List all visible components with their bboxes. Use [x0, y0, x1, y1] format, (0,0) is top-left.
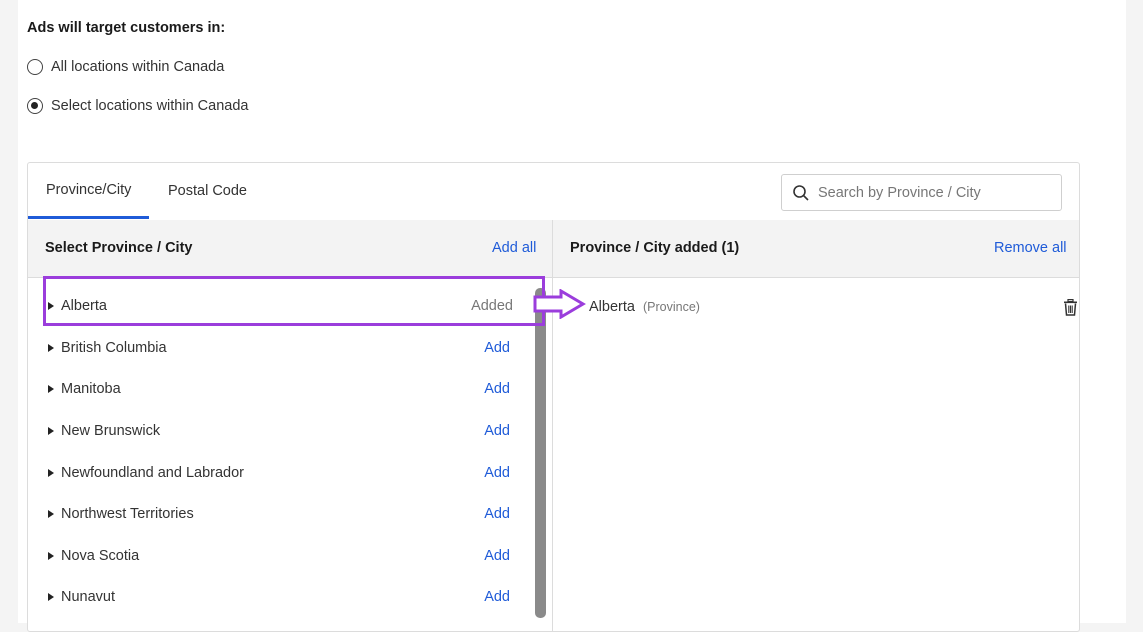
expand-caret-icon[interactable]: [48, 593, 54, 601]
search-icon: [793, 184, 809, 201]
expand-caret-icon[interactable]: [48, 469, 54, 477]
remove-all-button[interactable]: Remove all: [994, 240, 1067, 256]
column-divider: [552, 220, 553, 631]
right-column-title: Province / City added (1): [570, 240, 740, 256]
location-picker-panel: Province/City Postal Code Select Provinc…: [27, 162, 1080, 632]
tab-province-city[interactable]: Province/City: [28, 163, 150, 219]
add-button[interactable]: Add: [484, 506, 510, 522]
added-item-alberta: Alberta (Province): [589, 299, 700, 315]
expand-caret-icon[interactable]: [48, 385, 54, 393]
tab-bar: Province/City Postal Code: [28, 163, 1079, 221]
list-item-newfoundland[interactable]: Newfoundland and Labrador Add: [28, 453, 528, 493]
add-button[interactable]: Add: [484, 381, 510, 397]
targeting-heading: Ads will target customers in:: [27, 20, 226, 36]
scrollbar-thumb[interactable]: [535, 288, 546, 618]
left-column-title: Select Province / City: [45, 240, 193, 256]
right-column-header: Province / City added (1) Remove all: [553, 220, 1079, 278]
list-scrollbar[interactable]: [535, 288, 547, 618]
add-button[interactable]: Add: [484, 340, 510, 356]
add-button[interactable]: Add: [484, 465, 510, 481]
radio-all-locations[interactable]: All locations within Canada: [27, 59, 224, 75]
search-box[interactable]: [781, 174, 1062, 211]
radio-button-selected[interactable]: [27, 98, 43, 114]
radio-label: Select locations within Canada: [51, 98, 249, 114]
tab-postal-code[interactable]: Postal Code: [168, 163, 247, 219]
radio-label: All locations within Canada: [51, 59, 225, 75]
add-button[interactable]: Add: [484, 589, 510, 605]
radio-select-locations[interactable]: Select locations within Canada: [27, 98, 248, 114]
radio-button[interactable]: [27, 59, 43, 75]
list-item-alberta[interactable]: Alberta Added: [28, 286, 528, 326]
add-all-button[interactable]: Add all: [492, 240, 536, 256]
expand-caret-icon[interactable]: [48, 302, 54, 310]
search-input[interactable]: [816, 183, 1050, 202]
trash-icon[interactable]: [1063, 299, 1078, 316]
list-item-manitoba[interactable]: Manitoba Add: [28, 369, 528, 409]
add-button[interactable]: Add: [484, 423, 510, 439]
expand-caret-icon[interactable]: [48, 552, 54, 560]
list-item-new-brunswick[interactable]: New Brunswick Add: [28, 411, 528, 451]
left-column-header: Select Province / City Add all: [28, 220, 552, 278]
list-item-nova-scotia[interactable]: Nova Scotia Add: [28, 536, 528, 576]
list-item-british-columbia[interactable]: British Columbia Add: [28, 328, 528, 368]
added-item-type: (Province): [642, 300, 700, 314]
added-item-label: Alberta: [589, 299, 635, 315]
added-label: Added: [471, 298, 513, 314]
arrow-right-icon: [533, 289, 586, 319]
expand-caret-icon[interactable]: [48, 427, 54, 435]
add-button[interactable]: Add: [484, 548, 510, 564]
list-item-northwest-territories[interactable]: Northwest Territories Add: [28, 494, 528, 534]
expand-caret-icon[interactable]: [48, 510, 54, 518]
list-item-nunavut[interactable]: Nunavut Add: [28, 577, 528, 617]
expand-caret-icon[interactable]: [48, 344, 54, 352]
